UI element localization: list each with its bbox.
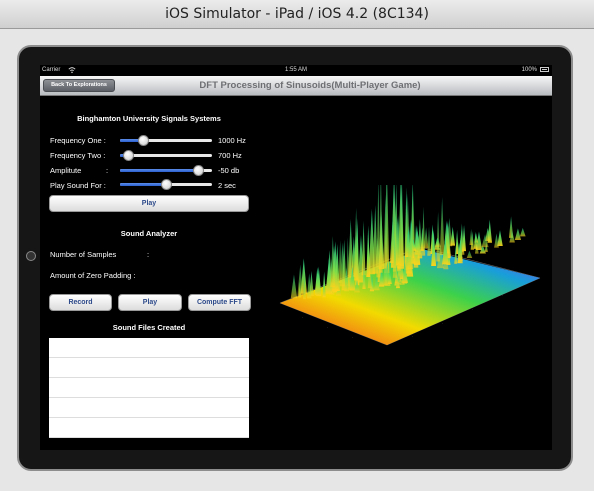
- svg-text:·: ·: [472, 307, 473, 312]
- spectrum-peak: [494, 233, 499, 248]
- sound-files-table[interactable]: [49, 338, 249, 438]
- sound-files-heading: Sound Files Created: [112, 323, 186, 332]
- frequency-one-value: 1000 Hz: [218, 136, 246, 145]
- table-row[interactable]: [49, 378, 249, 398]
- record-button[interactable]: Record: [49, 294, 112, 311]
- spectrum-peak: [514, 228, 522, 241]
- svg-text:·: ·: [502, 293, 503, 298]
- table-row[interactable]: [49, 418, 249, 438]
- play-duration-label: Play Sound For :: [50, 181, 106, 190]
- number-of-samples-colon: :: [147, 250, 150, 259]
- battery-percent: 100%: [521, 67, 537, 73]
- status-time: 1:55 AM: [284, 67, 307, 73]
- play-duration-slider[interactable]: [120, 179, 212, 190]
- navigation-bar: Back To Explorations DFT Processing of S…: [40, 76, 552, 96]
- amplitude-value: -50 db: [218, 166, 240, 175]
- frequency-one-label: Frequency One :: [50, 136, 106, 145]
- spectrum-peak: [466, 250, 473, 258]
- compute-fft-button[interactable]: Compute FFT: [188, 294, 251, 311]
- amplitude-label: Amplitute: [50, 166, 82, 175]
- svg-text:·: ·: [412, 334, 413, 339]
- home-button[interactable]: [26, 251, 36, 261]
- spectrum-peak: [361, 220, 366, 276]
- table-row[interactable]: [49, 338, 249, 358]
- page-title: DFT Processing of Sinusoids(Multi-Player…: [199, 80, 421, 91]
- svg-text:·: ·: [327, 325, 328, 330]
- signals-heading: Binghamton University Signals Systems: [77, 114, 221, 123]
- spectrum-peak: [347, 218, 354, 278]
- svg-text:·: ·: [352, 335, 353, 340]
- spectrum-peak: [427, 226, 431, 256]
- sound-analyzer-heading: Sound Analyzer: [120, 229, 178, 238]
- table-row[interactable]: [49, 398, 249, 418]
- spectrum-peak: [434, 237, 441, 247]
- frequency-two-slider[interactable]: [120, 150, 212, 161]
- frequency-one-slider[interactable]: [120, 135, 212, 146]
- back-to-explorations-button[interactable]: Back To Explorations: [43, 79, 115, 92]
- play-sound-button[interactable]: Play: [49, 195, 249, 212]
- fft-3d-surface-plot: · · · · · · ·: [279, 185, 541, 346]
- spectrum-peak: [322, 271, 326, 298]
- svg-text:·: ·: [302, 315, 303, 320]
- svg-text:·: ·: [442, 321, 443, 326]
- ipad-screen: Carrier 1:55 AM 100% Back To Exploration…: [40, 65, 552, 450]
- play-duration-value: 2 sec: [218, 181, 236, 190]
- amplitude-colon: :: [106, 166, 109, 175]
- frequency-two-label: Frequency Two :: [50, 151, 106, 160]
- window-titlebar: iOS Simulator - iPad / iOS 4.2 (8C134): [0, 0, 594, 29]
- battery-icon: [540, 67, 549, 72]
- spectrum-peak: [439, 196, 445, 256]
- slider-thumb[interactable]: [161, 179, 172, 190]
- table-row[interactable]: [49, 358, 249, 378]
- amplitude-slider[interactable]: [120, 165, 212, 176]
- slider-thumb[interactable]: [138, 135, 149, 146]
- window-title: iOS Simulator - iPad / iOS 4.2 (8C134): [165, 6, 429, 22]
- play-recording-button[interactable]: Play: [118, 294, 182, 311]
- status-bar: Carrier 1:55 AM 100%: [40, 65, 552, 76]
- frequency-two-value: 700 Hz: [218, 151, 242, 160]
- zero-padding-label: Amount of Zero Padding :: [50, 271, 136, 280]
- spectrum-peak: [519, 227, 526, 237]
- slider-thumb[interactable]: [193, 165, 205, 176]
- number-of-samples-label: Number of Samples: [50, 250, 117, 259]
- slider-thumb[interactable]: [123, 150, 135, 161]
- spectrum-peak: [290, 274, 298, 299]
- spectrum-peak: [436, 211, 440, 262]
